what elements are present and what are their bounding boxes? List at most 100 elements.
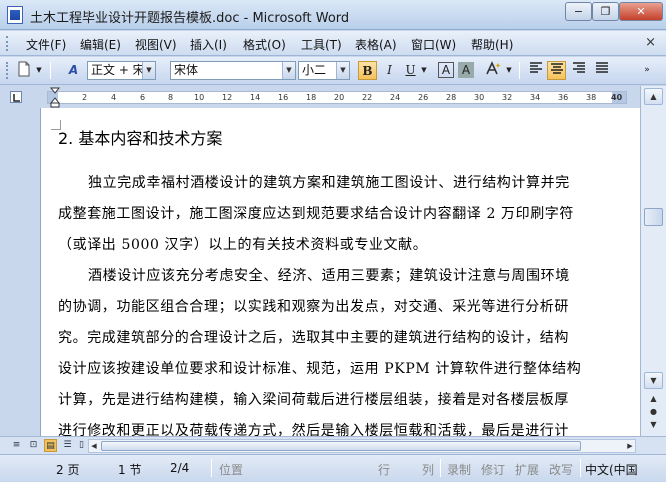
vertical-scrollbar[interactable]: ▲ ▼ ▲ ● ▼ — [640, 86, 666, 436]
style-combo[interactable]: 正文 + 宋体 ▼ — [87, 61, 156, 80]
align-center-icon[interactable] — [547, 61, 566, 80]
ruler-tick: 10 — [194, 93, 205, 102]
paragraph-line: （或译出 5000 汉字）以上的有关技术资料或专业文献。 — [58, 237, 428, 253]
menu-format[interactable]: 格式(O) — [243, 36, 286, 53]
horizontal-ruler[interactable]: 2 4 6 8 10 12 14 16 18 20 22 24 26 28 30… — [47, 91, 627, 104]
minimize-button[interactable]: − — [565, 2, 592, 21]
scroll-down-button[interactable]: ▼ — [644, 372, 663, 389]
tab-selector-icon[interactable] — [10, 91, 22, 103]
select-browse-object-icon[interactable]: ● — [648, 406, 659, 417]
print-layout-view-icon[interactable]: ▤ — [44, 439, 57, 452]
status-language[interactable]: 中文(中国 — [585, 461, 638, 478]
horizontal-scrollbar[interactable]: ◀ ▶ — [88, 439, 636, 453]
status-page-of: 2/4 — [170, 461, 190, 475]
text-effects-icon[interactable] — [484, 61, 503, 80]
paragraph-line: 进行修改和更正以及荷载传递方式，然后是输入楼层恒载和活载，最后是进行计 — [58, 423, 569, 436]
bold-button[interactable]: B — [358, 61, 377, 80]
ruler-tick: 18 — [306, 93, 317, 102]
outline-view-icon[interactable]: ☰ — [61, 439, 74, 452]
vertical-scroll-thumb[interactable] — [644, 208, 663, 226]
paragraph-line: 设计应该按建设单位要求和设计标准、规范，运用 PKPM 计算软件进行整体结构 — [58, 361, 582, 377]
previous-page-icon[interactable]: ▲ — [648, 393, 659, 404]
overtype-indicator[interactable]: 改写 — [549, 461, 573, 478]
paragraph-line: 的协调，功能区组合合理；以实践和观察为出发点，对交通、采光等进行分析研 — [58, 299, 569, 315]
menu-grip[interactable] — [6, 36, 9, 51]
view-bar: ≡ ⊡ ▤ ☰ ▯ ◀ ▶ — [0, 436, 666, 454]
align-left-icon[interactable] — [526, 61, 545, 80]
styles-formatting-icon[interactable]: A — [64, 61, 83, 80]
character-shading-button[interactable]: A — [458, 62, 474, 78]
close-button[interactable]: ✕ — [619, 2, 663, 21]
status-separator — [580, 459, 581, 477]
normal-view-icon[interactable]: ≡ — [10, 439, 23, 452]
menu-window[interactable]: 窗口(W) — [411, 36, 456, 53]
status-column: 列 — [422, 463, 435, 477]
close-document-button[interactable]: × — [645, 35, 656, 50]
ruler-tick: 14 — [250, 93, 261, 102]
justify-icon[interactable] — [592, 61, 611, 80]
italic-button[interactable]: I — [380, 61, 399, 80]
ruler-tick: 32 — [502, 93, 513, 102]
new-document-icon[interactable] — [14, 61, 33, 80]
word-document-icon[interactable] — [7, 6, 23, 24]
menu-help[interactable]: 帮助(H) — [471, 36, 513, 53]
web-layout-view-icon[interactable]: ⊡ — [27, 439, 40, 452]
ruler-tick: 12 — [222, 93, 233, 102]
next-page-icon[interactable]: ▼ — [648, 419, 659, 430]
menu-bar: 文件(F) 编辑(E) 视图(V) 插入(I) 格式(O) 工具(T) 表格(A… — [0, 31, 666, 56]
ruler-tick: 22 — [362, 93, 373, 102]
menu-edit[interactable]: 编辑(E) — [80, 36, 121, 53]
scroll-right-button[interactable]: ▶ — [625, 440, 635, 452]
ruler-tick: 20 — [334, 93, 345, 102]
ruler-tick: 38 — [586, 93, 597, 102]
menu-view[interactable]: 视图(V) — [135, 36, 177, 53]
align-right-icon[interactable] — [569, 61, 588, 80]
status-line: 行 — [378, 463, 391, 477]
toolbar-grip[interactable] — [6, 62, 9, 79]
menu-file[interactable]: 文件(F) — [26, 36, 66, 53]
ruler-tick: 28 — [446, 93, 457, 102]
paragraph-line: 成整套施工图设计，施工图深度应达到规范要求结合设计内容翻译 2 万印刷字符 — [58, 206, 575, 222]
chevron-down-icon[interactable]: ▼ — [282, 62, 295, 79]
menu-insert[interactable]: 插入(I) — [190, 36, 227, 53]
ruler-tick: 26 — [418, 93, 429, 102]
font-value: 宋体 — [174, 63, 199, 77]
ruler-tick: 40 — [611, 93, 623, 102]
underline-dropdown-icon[interactable]: ▼ — [419, 61, 429, 80]
document-page[interactable]: 2. 基本内容和技术方案 独立完成幸福村酒楼设计的建筑方案和建筑施工图设计、进行… — [40, 108, 640, 436]
character-border-button[interactable]: A — [438, 62, 454, 78]
restore-button[interactable]: ❐ — [592, 2, 619, 21]
ruler-area: 2 4 6 8 10 12 14 16 18 20 22 24 26 28 30… — [0, 86, 666, 108]
ruler-tick: 24 — [390, 93, 401, 102]
scroll-left-button[interactable]: ◀ — [89, 440, 99, 452]
title-bar: 土木工程毕业设计开题报告模板.doc - Microsoft Word − ❐ … — [0, 0, 666, 30]
toolbar-separator — [50, 62, 51, 79]
text-effects-dropdown-icon[interactable]: ▼ — [504, 61, 514, 80]
reading-layout-view-icon[interactable]: ▯ — [75, 439, 88, 452]
ruler-tick: 6 — [140, 93, 146, 102]
font-size-value: 小二 — [302, 63, 327, 77]
font-size-combo[interactable]: 小二 ▼ — [298, 61, 350, 80]
ruler-tick: 34 — [530, 93, 541, 102]
indent-marker-icon[interactable] — [50, 86, 60, 108]
ruler-tick: 4 — [111, 93, 117, 102]
ruler-tick: 30 — [474, 93, 485, 102]
status-page: 2 页 — [56, 463, 80, 477]
window-title: 土木工程毕业设计开题报告模板.doc - Microsoft Word — [30, 11, 350, 26]
extend-selection-indicator[interactable]: 扩展 — [515, 461, 539, 478]
chevron-down-icon[interactable]: ▼ — [142, 62, 155, 79]
menu-table[interactable]: 表格(A) — [355, 36, 397, 53]
chevron-down-icon[interactable]: ▼ — [336, 62, 349, 79]
paragraph-line: 独立完成幸福村酒楼设计的建筑方案和建筑施工图设计、进行结构计算并完 — [88, 175, 570, 191]
new-dropdown-icon[interactable]: ▼ — [34, 61, 44, 80]
font-combo[interactable]: 宋体 ▼ — [170, 61, 296, 80]
record-macro-indicator[interactable]: 录制 — [447, 461, 471, 478]
underline-button[interactable]: U — [401, 61, 420, 80]
menu-tools[interactable]: 工具(T) — [301, 36, 342, 53]
scroll-up-button[interactable]: ▲ — [644, 88, 663, 105]
horizontal-scroll-thumb[interactable] — [101, 441, 581, 451]
paragraph-line: 酒楼设计应该充分考虑安全、经济、适用三要素；建筑设计注意与周围环境 — [88, 268, 570, 284]
status-bar: 2 页 1 节 2/4 位置 行 列 录制 修订 扩展 改写 中文(中国 — [0, 454, 666, 482]
toolbar-overflow-icon[interactable]: » — [640, 61, 654, 80]
track-changes-indicator[interactable]: 修订 — [481, 461, 505, 478]
